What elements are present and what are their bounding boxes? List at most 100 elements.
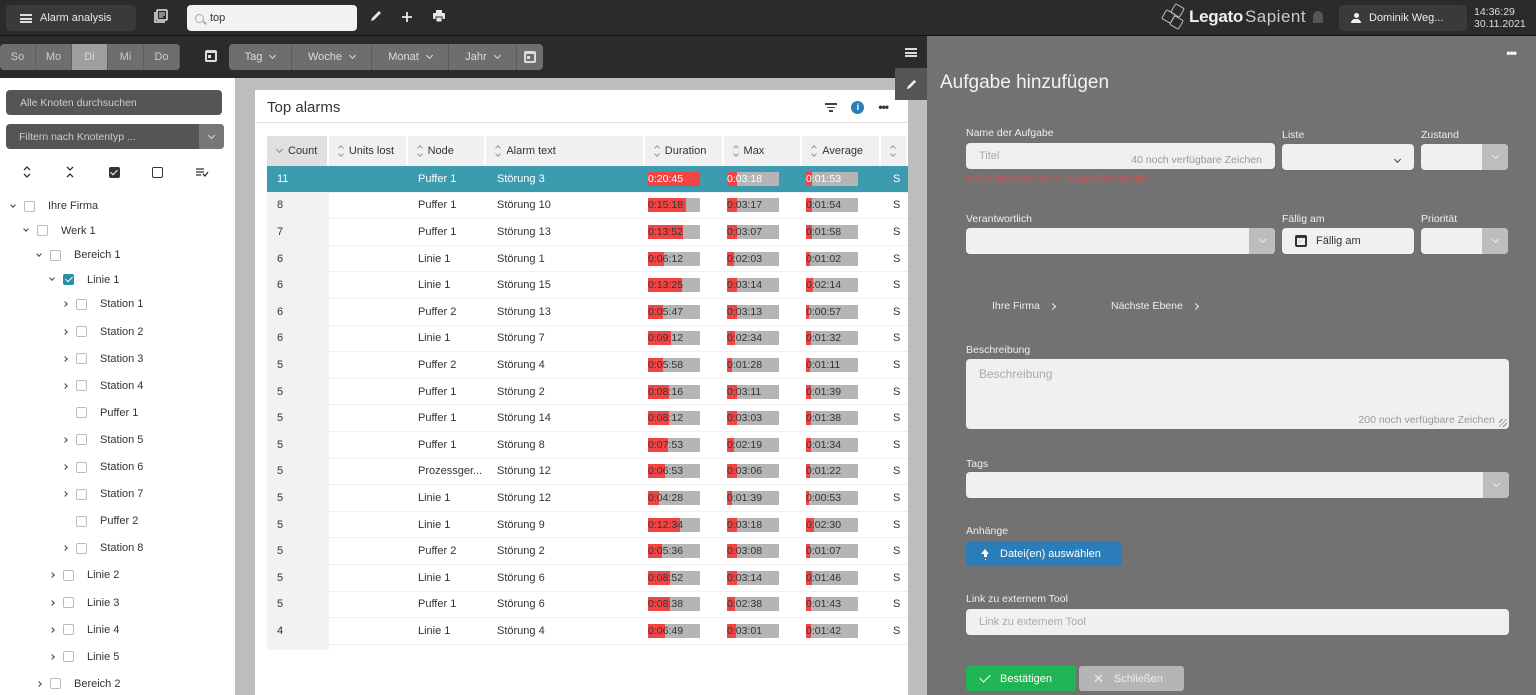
column-header[interactable]: Max xyxy=(723,136,801,166)
tree-node[interactable]: Station 2 xyxy=(60,322,143,342)
deselect-all-icon[interactable] xyxy=(149,164,165,180)
tree-node[interactable]: Linie 5 xyxy=(47,647,119,667)
tree-node-checkbox[interactable] xyxy=(50,249,61,261)
chevron-right-icon[interactable] xyxy=(60,435,70,445)
column-header[interactable]: Count xyxy=(267,136,327,166)
tree-node[interactable]: Station 1 xyxy=(60,294,143,314)
tree-node-checkbox[interactable] xyxy=(76,434,87,446)
table-row[interactable]: 4 Linie 1 Störung 4 0:06:49 0:03:01 0:01:42 S xyxy=(267,618,908,645)
period-dropdown[interactable]: Woche xyxy=(292,44,372,70)
tree-node-checkbox[interactable] xyxy=(76,461,87,473)
tags-select[interactable] xyxy=(966,472,1509,498)
tree-node[interactable]: Station 6 xyxy=(60,457,143,477)
tree-node[interactable]: Linie 4 xyxy=(47,620,119,640)
column-header[interactable]: Alarm text xyxy=(486,136,643,166)
tree-node-checkbox[interactable] xyxy=(63,624,74,636)
tree-node[interactable]: Station 5 xyxy=(60,430,143,450)
table-row[interactable]: 6 Linie 1 Störung 15 0:13:25 0:03:14 0:02:14 S xyxy=(267,272,908,299)
responsible-select[interactable] xyxy=(966,228,1275,254)
chevron-right-icon[interactable] xyxy=(60,299,70,309)
tree-node-checkbox[interactable] xyxy=(63,569,74,581)
close-button[interactable]: ✕ Schließen xyxy=(1079,666,1184,691)
node-type-filter[interactable]: Filtern nach Knotentyp ... xyxy=(6,124,224,149)
table-row[interactable]: 7 Puffer 1 Störung 13 0:13:52 0:03:07 0:01:58… xyxy=(267,219,908,246)
tree-node-checkbox[interactable] xyxy=(63,597,74,608)
chevron-down-icon[interactable] xyxy=(8,201,18,211)
column-header[interactable] xyxy=(881,136,906,166)
search-box[interactable] xyxy=(187,5,357,31)
chevron-down-icon[interactable] xyxy=(199,124,224,149)
panel-more-icon[interactable]: ••• xyxy=(1506,46,1517,60)
breadcrumb-item-company[interactable]: Ihre Firma xyxy=(992,300,1056,312)
period-dropdown[interactable]: Monat xyxy=(372,44,449,70)
tree-node[interactable]: Station 8 xyxy=(60,538,143,558)
due-date-button[interactable]: Fällig am xyxy=(1282,228,1414,254)
tree-node[interactable]: Bereich 1 xyxy=(34,245,120,265)
chevron-right-icon[interactable] xyxy=(60,381,70,391)
tree-node[interactable]: Bereich 2 xyxy=(34,674,120,694)
bell-icon[interactable] xyxy=(1313,11,1323,23)
table-row[interactable]: 5 Puffer 2 Störung 4 0:05:58 0:01:28 0:01:11 S xyxy=(267,352,908,379)
add-icon[interactable] xyxy=(398,9,416,27)
column-header[interactable]: Average xyxy=(802,136,880,166)
table-row[interactable]: 5 Puffer 1 Störung 8 0:07:53 0:02:19 0:01:34 S xyxy=(267,431,908,459)
tree-node-checkbox[interactable] xyxy=(50,678,61,690)
table-row[interactable]: 6 Linie 1 Störung 1 0:06:12 0:02:03 0:01:02 S xyxy=(267,245,908,273)
upload-files-button[interactable]: Datei(en) auswählen xyxy=(966,541,1122,566)
column-header[interactable]: Node xyxy=(407,136,485,166)
chevron-right-icon[interactable] xyxy=(47,598,57,608)
state-select[interactable] xyxy=(1421,144,1508,170)
tree-node[interactable]: Puffer 1 xyxy=(60,403,138,423)
chevron-right-icon[interactable] xyxy=(60,462,70,472)
table-row[interactable]: 5 Linie 1 Störung 9 0:12:34 0:03:18 0:02:30 S xyxy=(267,511,908,539)
tree-node-checkbox[interactable] xyxy=(37,225,48,237)
list-select[interactable] xyxy=(1282,144,1414,170)
panel-menu-button[interactable] xyxy=(895,36,927,68)
chevron-down-icon[interactable] xyxy=(21,226,31,236)
filter-icon[interactable] xyxy=(825,102,838,112)
node-search-input[interactable]: Alle Knoten durchsuchen xyxy=(6,90,222,115)
table-row[interactable]: 5 Puffer 1 Störung 14 0:08:12 0:03:03 0:01:38… xyxy=(267,405,908,432)
description-textarea[interactable]: Beschreibung 200 noch verfügbare Zeichen xyxy=(966,359,1509,429)
edit-icon[interactable] xyxy=(367,9,385,27)
select-all-icon[interactable] xyxy=(106,164,122,180)
tree-node[interactable]: Station 3 xyxy=(60,349,143,369)
day-button[interactable]: Mi xyxy=(108,44,144,70)
app-menu-button[interactable]: Alarm analysis xyxy=(6,5,136,31)
tree-node-checkbox[interactable] xyxy=(76,380,87,392)
checklist-icon[interactable] xyxy=(194,164,210,180)
tree-node-checkbox[interactable] xyxy=(63,651,74,663)
tree-node-checkbox[interactable] xyxy=(76,542,87,554)
user-menu-button[interactable]: Dominik Weg... xyxy=(1339,5,1467,31)
day-button[interactable]: So xyxy=(0,44,36,70)
tree-node[interactable]: Werk 1 xyxy=(21,221,96,241)
chevron-down-icon[interactable] xyxy=(1249,228,1275,254)
tree-node-checkbox[interactable] xyxy=(24,200,35,212)
task-name-input[interactable]: Titel 40 noch verfügbare Zeichen xyxy=(966,143,1275,169)
tree-node-checkbox[interactable] xyxy=(76,515,87,527)
table-row[interactable]: 5 Puffer 1 Störung 2 0:08:16 0:03:11 0:01:39 S xyxy=(267,378,908,406)
print-icon[interactable] xyxy=(430,9,448,27)
chevron-right-icon[interactable] xyxy=(47,652,57,662)
expand-all-icon[interactable] xyxy=(19,164,35,180)
day-button[interactable]: Di xyxy=(72,44,108,70)
tree-node[interactable]: Puffer 2 xyxy=(60,511,138,531)
chevron-right-icon[interactable] xyxy=(34,679,44,689)
tree-node[interactable]: Station 7 xyxy=(60,484,143,504)
external-link-input[interactable]: Link zu externem Tool xyxy=(966,609,1509,635)
chevron-down-icon[interactable] xyxy=(34,250,44,260)
column-header[interactable]: Units lost xyxy=(328,136,406,166)
library-icon[interactable] xyxy=(152,9,170,27)
table-row[interactable]: 8 Puffer 1 Störung 10 0:15:18 0:03:17 0:01:54… xyxy=(267,192,908,220)
confirm-button[interactable]: Bestätigen xyxy=(966,666,1076,691)
table-row[interactable]: 5 Linie 1 Störung 6 0:08:52 0:03:14 0:01:46 S xyxy=(267,564,908,592)
tree-node-checkbox[interactable] xyxy=(76,298,87,310)
tree-node-checkbox[interactable] xyxy=(76,326,87,337)
tree-node[interactable]: Ihre Firma xyxy=(8,196,98,216)
info-icon[interactable]: i xyxy=(851,100,865,114)
chevron-right-icon[interactable] xyxy=(60,327,70,337)
panel-edit-button[interactable] xyxy=(895,68,927,100)
chevron-right-icon[interactable] xyxy=(60,354,70,364)
chevron-right-icon[interactable] xyxy=(47,570,57,580)
chevron-right-icon[interactable] xyxy=(47,625,57,635)
